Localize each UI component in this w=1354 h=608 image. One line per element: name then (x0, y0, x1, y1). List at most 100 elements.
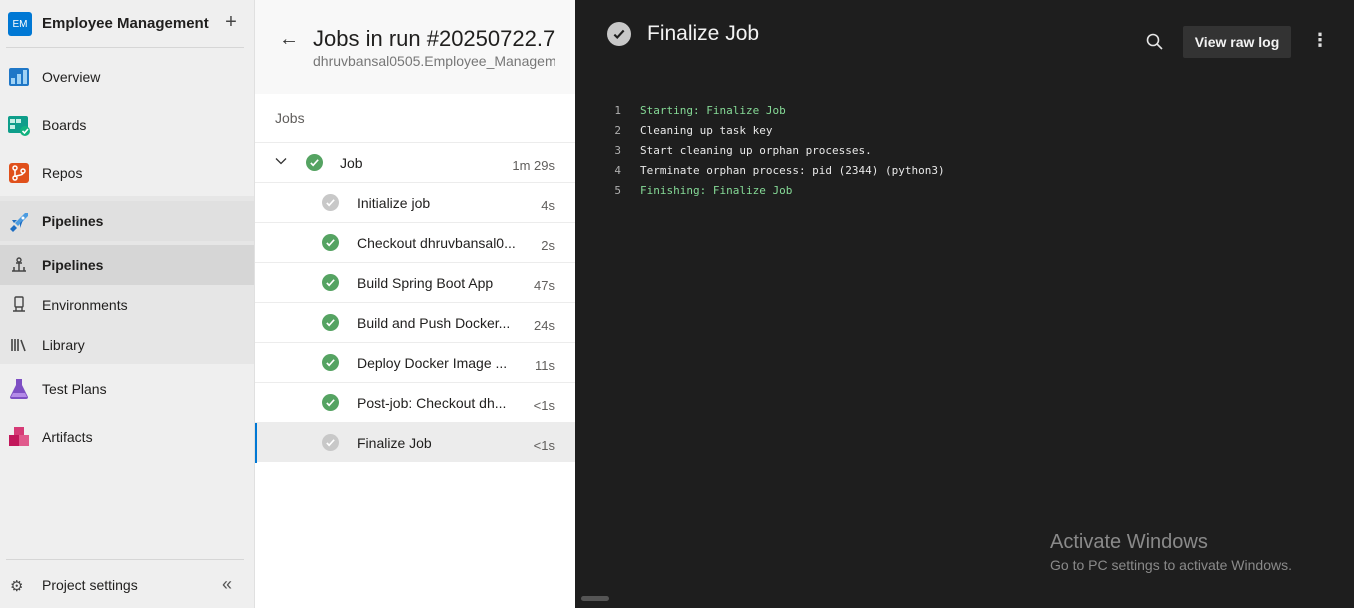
step-duration: 4s (541, 198, 555, 213)
step-name: Build and Push Docker... (357, 315, 511, 331)
pending-check-icon (322, 434, 339, 451)
overview-icon (9, 68, 29, 86)
step-row[interactable]: Deploy Docker Image ... 11s (255, 342, 575, 382)
horizontal-scrollbar[interactable] (581, 596, 609, 601)
run-subtitle: dhruvbansal0505.Employee_Management (313, 53, 555, 69)
step-name: Build Spring Boot App (357, 275, 494, 291)
left-sidebar: EM Employee Management + Overview Boards (0, 0, 255, 608)
sidebar-item-pipelines-group[interactable]: Pipelines (0, 201, 254, 241)
step-row[interactable]: Build and Push Docker... 24s (255, 302, 575, 342)
sidebar-item-label: Artifacts (42, 429, 93, 445)
job-row[interactable]: Job 1m 29s (255, 142, 575, 182)
success-icon (322, 394, 339, 411)
sidebar-item-library[interactable]: Library (0, 325, 254, 365)
line-text: Starting: Finalize Job (640, 104, 786, 117)
add-icon[interactable]: + (221, 10, 241, 34)
back-arrow-icon[interactable]: ← (279, 28, 299, 51)
divider (6, 47, 244, 48)
step-name: Deploy Docker Image ... (357, 355, 508, 371)
test-plans-icon (10, 379, 28, 399)
sidebar-item-label: Pipelines (42, 257, 104, 273)
line-number: 1 (614, 104, 621, 117)
project-settings-label: Project settings (42, 577, 138, 593)
success-icon (322, 234, 339, 251)
run-header: ← Jobs in run #20250722.7 dhruvbansal050… (255, 0, 575, 94)
library-icon (11, 339, 26, 352)
view-raw-log-button[interactable]: View raw log (1183, 26, 1291, 58)
pending-check-icon (322, 194, 339, 211)
step-duration: 11s (535, 358, 555, 373)
step-row[interactable]: Post-job: Checkout dh... <1s (255, 382, 575, 422)
step-name: Initialize job (357, 195, 431, 211)
activate-windows-subtitle: Go to PC settings to activate Windows. (1050, 557, 1292, 573)
step-row[interactable]: Initialize job 4s (255, 182, 575, 222)
step-name: Post-job: Checkout dh... (357, 395, 507, 411)
more-options-icon[interactable]: ⋮ (1311, 30, 1329, 51)
step-duration: <1s (533, 398, 555, 413)
sidebar-item-label: Test Plans (42, 381, 107, 397)
jobs-panel: ← Jobs in run #20250722.7 dhruvbansal050… (255, 0, 575, 608)
sidebar-item-label: Repos (42, 165, 83, 181)
log-line: 2 Cleaning up task key (575, 122, 1275, 142)
jobs-list: Jobs Job 1m 29s Initialize job 4s Checko… (255, 94, 575, 608)
project-name[interactable]: Employee Management (42, 15, 209, 32)
success-icon (322, 274, 339, 291)
sidebar-item-artifacts[interactable]: Artifacts (0, 417, 254, 457)
gear-icon: ⚙ (10, 578, 24, 595)
step-name: Checkout dhruvbansal0... (357, 235, 516, 251)
pipelines-list-icon (12, 257, 26, 272)
line-text: Start cleaning up orphan processes. (640, 144, 872, 157)
project-header[interactable]: EM Employee Management + (0, 0, 255, 48)
sidebar-item-label: Overview (42, 69, 101, 85)
step-duration: <1s (533, 438, 555, 453)
log-title: Finalize Job (647, 22, 760, 45)
chevron-down-icon[interactable] (275, 155, 287, 167)
jobs-heading: Jobs (275, 110, 305, 126)
line-text: Finishing: Finalize Job (640, 184, 793, 197)
repos-icon (9, 163, 29, 183)
sidebar-item-environments[interactable]: Environments (0, 285, 254, 325)
sidebar-item-boards[interactable]: Boards (0, 105, 254, 145)
line-number: 3 (614, 144, 621, 157)
sidebar-item-label: Pipelines (42, 213, 104, 229)
log-panel: Finalize Job View raw log ⋮ 1 Starting: … (575, 0, 1354, 608)
artifacts-icon (9, 427, 29, 446)
project-settings[interactable]: ⚙ Project settings « (0, 566, 254, 604)
divider (6, 559, 244, 560)
success-icon (322, 354, 339, 371)
boards-icon (8, 116, 30, 136)
step-duration: 24s (534, 318, 555, 333)
step-duration: 2s (541, 238, 555, 253)
log-line: 1 Starting: Finalize Job (575, 102, 1275, 122)
sidebar-item-overview[interactable]: Overview (0, 57, 254, 97)
project-avatar: EM (8, 12, 32, 36)
search-icon[interactable] (1145, 32, 1165, 52)
success-icon (306, 154, 323, 171)
step-row[interactable]: Build Spring Boot App 47s (255, 262, 575, 302)
line-number: 5 (614, 184, 621, 197)
step-name: Finalize Job (357, 435, 432, 451)
log-line: 5 Finishing: Finalize Job (575, 182, 1275, 202)
line-text: Cleaning up task key (640, 124, 773, 137)
sidebar-item-label: Environments (42, 297, 128, 313)
step-row-selected[interactable]: Finalize Job <1s (255, 422, 575, 463)
job-duration: 1m 29s (512, 158, 555, 173)
pipelines-icon (10, 213, 28, 232)
activate-windows-title: Activate Windows (1050, 531, 1208, 553)
sidebar-item-label: Library (42, 337, 85, 353)
log-line: 4 Terminate orphan process: pid (2344) (… (575, 162, 1275, 182)
line-number: 4 (614, 164, 621, 177)
log-line: 3 Start cleaning up orphan processes. (575, 142, 1275, 162)
collapse-sidebar-icon[interactable]: « (222, 574, 232, 595)
sidebar-item-repos[interactable]: Repos (0, 153, 254, 193)
step-row[interactable]: Checkout dhruvbansal0... 2s (255, 222, 575, 262)
sidebar-item-test-plans[interactable]: Test Plans (0, 369, 254, 409)
environments-icon (13, 296, 25, 312)
line-number: 2 (614, 124, 621, 137)
line-text: Terminate orphan process: pid (2344) (py… (640, 164, 945, 177)
run-title: Jobs in run #20250722.7 (313, 26, 556, 51)
sidebar-item-label: Boards (42, 117, 87, 133)
pending-check-icon (607, 22, 631, 46)
sidebar-item-pipelines[interactable]: Pipelines (0, 245, 254, 285)
step-duration: 47s (534, 278, 555, 293)
